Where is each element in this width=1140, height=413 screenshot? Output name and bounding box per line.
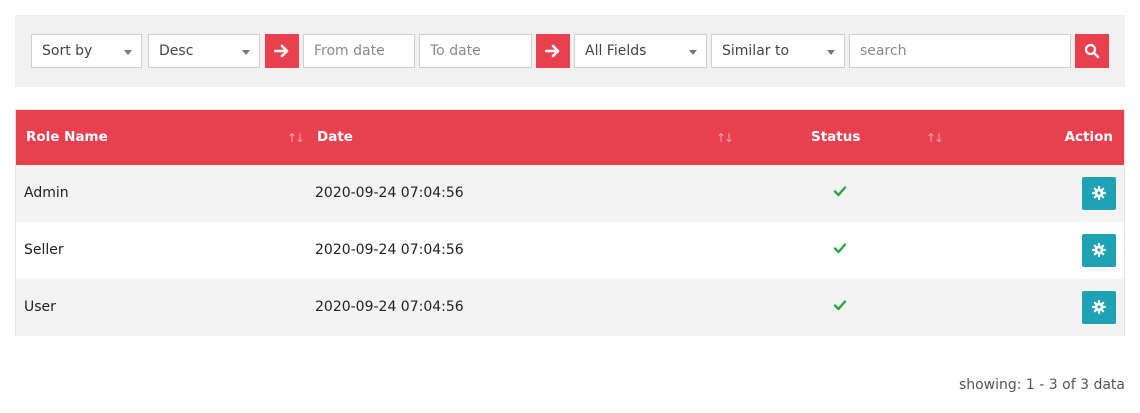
sort-icon[interactable]: ↑↓ [716,131,734,145]
row-settings-button[interactable] [1082,177,1116,210]
role-name-cell: Seller [24,242,64,258]
roles-table: Role Name ↑↓ Date ↑↓ Status ↑↓ Action Ad… [15,109,1125,336]
gear-icon [1092,186,1106,200]
match-mode-select[interactable]: Similar to [711,34,845,68]
arrow-right-icon [274,44,289,58]
pagination-summary: showing: 1 - 3 of 3 data [958,377,1125,393]
arrow-right-icon [545,44,560,58]
column-header-role-name[interactable]: Role Name [26,129,108,145]
table-header: Role Name ↑↓ Date ↑↓ Status ↑↓ Action [16,110,1124,165]
gear-icon [1092,243,1106,257]
fields-select[interactable]: All Fields [574,34,707,68]
role-name-cell: User [24,299,56,315]
row-settings-button[interactable] [1082,291,1116,324]
gear-icon [1092,300,1106,314]
sort-by-label: Sort by [42,43,93,59]
row-settings-button[interactable] [1082,234,1116,267]
sort-by-select[interactable]: Sort by [31,34,142,68]
from-date-field[interactable] [303,34,415,68]
check-icon [833,300,847,311]
caret-down-icon [827,50,835,55]
to-date-input[interactable] [420,35,531,67]
order-label: Desc [159,43,194,59]
sort-icon[interactable]: ↑↓ [926,131,944,145]
check-icon [833,186,847,197]
caret-down-icon [689,50,697,55]
search-icon [1084,43,1100,59]
column-header-action: Action [1064,129,1113,145]
search-button[interactable] [1075,34,1109,68]
fields-label: All Fields [585,43,647,59]
table-row: Admin 2020-09-24 07:04:56 [16,165,1124,222]
table-row: Seller 2020-09-24 07:04:56 [16,222,1124,279]
date-cell: 2020-09-24 07:04:56 [315,242,464,258]
role-name-cell: Admin [24,185,69,201]
search-input[interactable] [850,35,1070,67]
column-header-status[interactable]: Status [811,129,860,145]
to-date-field[interactable] [419,34,532,68]
apply-sort-button[interactable] [265,34,299,68]
check-icon [833,243,847,254]
order-select[interactable]: Desc [148,34,260,68]
column-header-date[interactable]: Date [317,129,353,145]
caret-down-icon [242,50,250,55]
apply-date-button[interactable] [536,34,570,68]
sort-icon[interactable]: ↑↓ [287,131,305,145]
caret-down-icon [124,50,132,55]
date-cell: 2020-09-24 07:04:56 [315,299,464,315]
table-row: User 2020-09-24 07:04:56 [16,279,1124,336]
filter-bar: Sort by Desc All Fields Similar to [15,15,1125,87]
match-mode-label: Similar to [722,43,790,59]
from-date-input[interactable] [304,35,414,67]
date-cell: 2020-09-24 07:04:56 [315,185,464,201]
search-field[interactable] [849,34,1071,68]
